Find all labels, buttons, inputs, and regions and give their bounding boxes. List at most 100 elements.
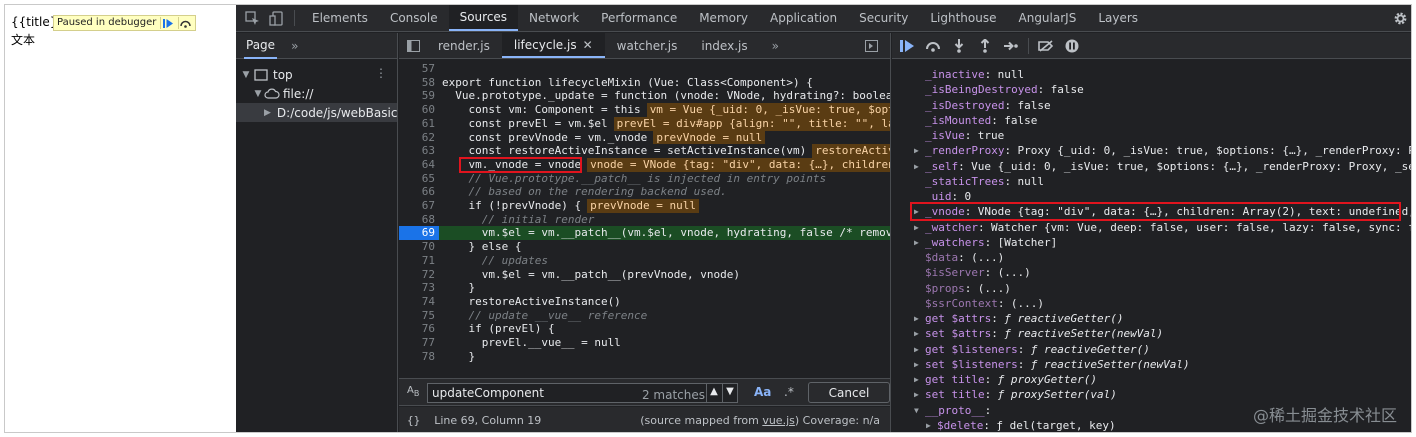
source-map-link[interactable]: vue.js (762, 414, 795, 427)
more-tabs-chevron-icon[interactable]: » (291, 39, 298, 53)
expanded-triangle-icon[interactable]: ▼ (914, 403, 919, 418)
more-editor-tabs-chevron-icon[interactable]: » (760, 33, 791, 58)
tab-application[interactable]: Application (759, 5, 848, 31)
step-out-button[interactable] (976, 37, 994, 55)
line-number[interactable]: 65 (399, 172, 435, 186)
step-over-button[interactable] (924, 37, 942, 55)
scope-property[interactable]: ▶ get title: ƒ proxyGetter() (892, 372, 1411, 387)
line-number[interactable]: 72 (399, 268, 435, 282)
collapsed-triangle-icon[interactable]: ▶ (914, 143, 919, 158)
collapsed-triangle-icon[interactable]: ▶ (914, 372, 919, 387)
collapsed-triangle-icon[interactable]: ▶ (914, 159, 919, 174)
inspect-element-button[interactable] (240, 5, 264, 31)
line-number[interactable]: 78 (399, 350, 435, 364)
code-line[interactable]: 71 // updates (399, 254, 890, 268)
line-number[interactable]: 62 (399, 131, 435, 145)
line-number[interactable]: 60 (399, 103, 435, 117)
editor-tab-watcher-js[interactable]: watcher.js (605, 33, 690, 58)
search-cancel-button[interactable]: Cancel (808, 382, 890, 403)
tab-lighthouse[interactable]: Lighthouse (919, 5, 1007, 31)
code-line[interactable]: 77 prevEl.__vue__ = null (399, 336, 890, 350)
scope-property[interactable]: _isMounted: false (892, 113, 1411, 128)
scope-property[interactable]: _isBeingDestroyed: false (892, 82, 1411, 97)
code-line[interactable]: 58 export function lifecycleMixin (Vue: C… (399, 76, 890, 90)
code-line[interactable]: 62 const prevVnode = vm._vnode prevVnode … (399, 130, 890, 145)
code-line[interactable]: 59 Vue.prototype._update = function (vno… (399, 89, 890, 103)
code-line[interactable]: 61 const prevEl = vm.$el prevEl = div#app… (399, 116, 890, 131)
settings-button[interactable] (1391, 9, 1409, 27)
scope-property[interactable]: ▶ set $listeners: ƒ reactiveSetter(newVal) (892, 357, 1411, 372)
scope-property[interactable]: $isServer: (...) (892, 265, 1411, 280)
editor-tab-lifecycle-js[interactable]: lifecycle.js ✕ (501, 33, 605, 58)
code-line[interactable]: 66 // based on the rendering backend use… (399, 185, 890, 199)
line-number[interactable]: 75 (399, 309, 435, 323)
code-line[interactable]: 67 if (!prevVnode) {prevVnode = null (399, 199, 890, 213)
line-number[interactable]: 59 (399, 89, 435, 103)
line-number[interactable]: 67 (399, 199, 435, 213)
tab-elements[interactable]: Elements (301, 5, 379, 31)
line-number[interactable]: 66 (399, 185, 435, 199)
line-number[interactable]: 69 (399, 226, 439, 241)
scope-property[interactable]: ▶ set $attrs: ƒ reactiveSetter(newVal) (892, 326, 1411, 341)
collapsed-triangle-icon[interactable]: ▶ (914, 357, 919, 372)
pause-on-exceptions-button[interactable] (1063, 37, 1081, 55)
line-number[interactable]: 58 (399, 76, 435, 90)
format-braces-icon[interactable]: {} (407, 414, 420, 427)
scope-property[interactable]: $props: (...) (892, 281, 1411, 296)
line-number[interactable]: 73 (399, 281, 435, 295)
tree-item-file-origin[interactable]: ▼ file:// (236, 84, 397, 103)
resume-overlay-button[interactable] (160, 17, 174, 29)
navigator-tab-page[interactable]: Page (244, 33, 278, 59)
scope-property[interactable]: $ssrContext: (...) (892, 296, 1411, 311)
code-line[interactable]: 73 } (399, 281, 890, 295)
scope-property[interactable]: ▶ get $attrs: ƒ reactiveGetter() (892, 311, 1411, 326)
tab-memory[interactable]: Memory (688, 5, 759, 31)
code-line[interactable]: 76 if (prevEl) { (399, 322, 890, 336)
tab-security[interactable]: Security (848, 5, 919, 31)
step-button[interactable] (1002, 37, 1020, 55)
line-number[interactable]: 71 (399, 254, 435, 268)
code-line[interactable]: 63 const restoreActiveInstance = setActi… (399, 144, 890, 158)
code-line[interactable]: 60 const vm: Component = this vm = Vue {_… (399, 103, 890, 117)
collapsed-triangle-icon[interactable]: ▶ (914, 220, 919, 235)
collapsed-triangle-icon[interactable]: ▶ (914, 342, 919, 357)
collapsed-triangle-icon[interactable]: ▶ (914, 235, 919, 250)
search-next-button[interactable]: ▼ (722, 383, 737, 403)
line-number[interactable]: 74 (399, 295, 435, 309)
line-number[interactable]: 70 (399, 240, 435, 254)
tab-performance[interactable]: Performance (590, 5, 688, 31)
line-number[interactable]: 68 (399, 213, 435, 227)
scope-property[interactable]: _isDestroyed: false (892, 98, 1411, 113)
code-line[interactable]: 69 vm.$el = vm.__patch__(vm.$el, vnode, … (399, 226, 890, 241)
code-line[interactable]: 78 } (399, 350, 890, 364)
code-line[interactable]: 75 // update __vue__ reference (399, 309, 890, 323)
code-line[interactable]: 57 (399, 62, 890, 76)
step-over-overlay-button[interactable] (178, 17, 192, 29)
scope-property[interactable]: ▶ _renderProxy: Proxy {_uid: 0, _isVue: tr… (892, 143, 1411, 158)
scope-property[interactable]: ▶ _watcher: Watcher {vm: Vue, deep: false,… (892, 220, 1411, 235)
scope-property[interactable]: ▶ _watchers: [Watcher] (892, 235, 1411, 250)
replace-toggle-button[interactable]: AB (407, 385, 419, 398)
line-number[interactable]: 61 (399, 117, 435, 131)
tab-sources[interactable]: Sources (448, 5, 519, 31)
regex-button[interactable]: .* (784, 385, 794, 399)
collapsed-triangle-icon[interactable]: ▶ (914, 387, 919, 402)
line-number[interactable]: 77 (399, 336, 435, 350)
scope-property[interactable]: ▶ _self: Vue {_uid: 0, _isVue: true, $opti… (892, 159, 1411, 174)
tree-item-folder[interactable]: ▶ D:/code/js/webBasic (236, 103, 397, 122)
scope-property[interactable]: $data: (...) (892, 250, 1411, 265)
code-line[interactable]: 74 restoreActiveInstance() (399, 295, 890, 309)
toggle-debugger-sidebar-button[interactable] (853, 33, 890, 58)
collapsed-triangle-icon[interactable]: ▶ (914, 326, 919, 341)
line-number[interactable]: 57 (399, 62, 435, 76)
tab-console[interactable]: Console (379, 5, 449, 31)
deactivate-breakpoints-button[interactable] (1037, 37, 1055, 55)
line-number[interactable]: 76 (399, 322, 435, 336)
search-input[interactable]: updateComponent 2 matches ▲ ▼ (427, 383, 738, 403)
collapsed-triangle-icon[interactable]: ▶ (926, 418, 931, 432)
editor-tab-render-js[interactable]: render.js (426, 33, 502, 58)
tab-network[interactable]: Network (518, 5, 590, 31)
device-toolbar-button[interactable] (264, 5, 288, 31)
collapsed-triangle-icon[interactable]: ▶ (914, 311, 919, 326)
scope-property[interactable]: _isVue: true (892, 128, 1411, 143)
